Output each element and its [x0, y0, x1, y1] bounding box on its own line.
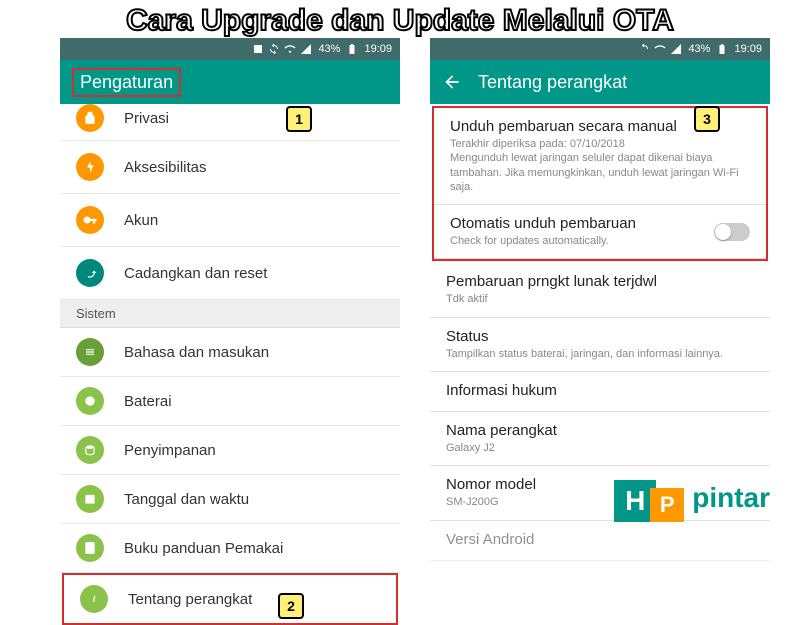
- item-title: Pembaruan prngkt lunak terjdwl: [446, 273, 754, 290]
- time-text: 19:09: [364, 43, 392, 55]
- item-subtitle: Tdk aktif: [446, 292, 754, 306]
- device-name-item[interactable]: Nama perangkat Galaxy J2: [430, 412, 770, 466]
- manual-item[interactable]: Buku panduan Pemakai: [60, 524, 400, 573]
- item-title: Informasi hukum: [446, 382, 754, 399]
- battery-icon: [346, 43, 358, 55]
- wifi-icon: [284, 43, 296, 55]
- item-title: Versi Android: [446, 531, 754, 548]
- scheduled-update-item[interactable]: Pembaruan prngkt lunak terjdwl Tdk aktif: [430, 263, 770, 317]
- storage-item[interactable]: Penyimpanan: [60, 426, 400, 475]
- android-version-item-partial[interactable]: Versi Android: [430, 521, 770, 561]
- header-title: Tentang perangkat: [478, 72, 627, 93]
- left-screenshot: 43% 19:09 Pengaturan 1 Privasi Aksesibil…: [60, 38, 400, 625]
- step-badge-2: 2: [278, 593, 304, 619]
- list-label: Baterai: [124, 393, 172, 410]
- sync-icon: [638, 43, 650, 55]
- lock-icon: [76, 104, 104, 132]
- battery-item[interactable]: Baterai: [60, 377, 400, 426]
- header-title-highlighted: Pengaturan: [72, 68, 181, 97]
- battery-text: 43%: [688, 43, 710, 55]
- privacy-item-partial[interactable]: Privasi: [60, 104, 400, 141]
- item-title: Status: [446, 328, 754, 345]
- item-subtitle: Tampilkan status baterai, jaringan, dan …: [446, 347, 754, 361]
- about-device-item[interactable]: i Tentang perangkat: [62, 573, 398, 625]
- backup-icon: [76, 259, 104, 287]
- notification-icon: [252, 43, 264, 55]
- signal-icon: [670, 43, 682, 55]
- battery-text: 43%: [318, 43, 340, 55]
- item-title: Nama perangkat: [446, 422, 754, 439]
- list-label: Tanggal dan waktu: [124, 491, 249, 508]
- list-label: Buku panduan Pemakai: [124, 540, 283, 557]
- auto-update-toggle[interactable]: [714, 223, 750, 241]
- list-label: Bahasa dan masukan: [124, 344, 269, 361]
- hp-pintar-logo: H P pintar: [614, 474, 770, 522]
- sync-icon: [268, 43, 280, 55]
- battery-icon: [716, 43, 728, 55]
- list-label: Cadangkan dan reset: [124, 265, 267, 282]
- step-badge-3: 3: [694, 106, 720, 132]
- accessibility-item[interactable]: Aksesibilitas: [60, 141, 400, 194]
- logo-text: pintar: [692, 482, 770, 514]
- list-label: Privasi: [124, 110, 169, 127]
- list-label: Tentang perangkat: [128, 591, 252, 608]
- book-icon: [76, 534, 104, 562]
- item-subtitle: Galaxy J2: [446, 441, 754, 455]
- item-subtitle: Check for updates automatically.: [450, 234, 636, 248]
- account-item[interactable]: Akun: [60, 194, 400, 247]
- language-icon: [76, 338, 104, 366]
- list-label: Penyimpanan: [124, 442, 216, 459]
- status-item[interactable]: Status Tampilkan status baterai, jaringa…: [430, 318, 770, 372]
- overlay-title: Cara Upgrade dan Update Melalui OTA: [0, 4, 800, 38]
- status-bar: 43% 19:09: [60, 38, 400, 60]
- step-badge-1: 1: [286, 106, 312, 132]
- backup-item[interactable]: Cadangkan dan reset: [60, 247, 400, 300]
- storage-icon: [76, 436, 104, 464]
- signal-icon: [300, 43, 312, 55]
- legal-info-item[interactable]: Informasi hukum: [430, 372, 770, 412]
- key-icon: [76, 206, 104, 234]
- calendar-icon: [76, 485, 104, 513]
- hand-icon: [76, 153, 104, 181]
- auto-update-item[interactable]: Otomatis unduh pembaruan Check for updat…: [434, 205, 766, 259]
- language-item[interactable]: Bahasa dan masukan: [60, 328, 400, 377]
- system-section: Sistem: [60, 300, 400, 328]
- info-icon: i: [80, 585, 108, 613]
- item-title: Otomatis unduh pembaruan: [450, 215, 636, 232]
- wifi-icon: [654, 43, 666, 55]
- logo-p-box: P: [650, 488, 684, 522]
- back-arrow-icon[interactable]: [442, 72, 462, 92]
- status-bar: 43% 19:09: [430, 38, 770, 60]
- time-text: 19:09: [734, 43, 762, 55]
- battery-settings-icon: [76, 387, 104, 415]
- svg-text:i: i: [93, 594, 96, 604]
- item-subtitle: Terakhir diperiksa pada: 07/10/2018 Meng…: [450, 137, 750, 194]
- about-header: Tentang perangkat: [430, 60, 770, 104]
- datetime-item[interactable]: Tanggal dan waktu: [60, 475, 400, 524]
- list-label: Akun: [124, 212, 158, 229]
- settings-header: Pengaturan: [60, 60, 400, 104]
- list-label: Aksesibilitas: [124, 159, 207, 176]
